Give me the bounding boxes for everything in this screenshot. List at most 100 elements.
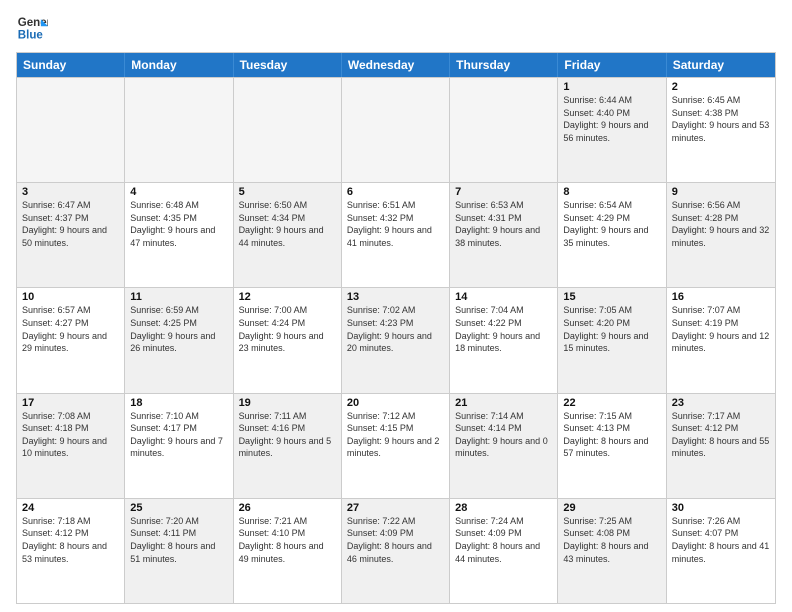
day-number: 2 (672, 81, 770, 93)
day-number: 9 (672, 186, 770, 198)
day-info: Sunrise: 7:20 AM Sunset: 4:11 PM Dayligh… (130, 515, 227, 565)
calendar-cell: 18Sunrise: 7:10 AM Sunset: 4:17 PM Dayli… (125, 394, 233, 498)
calendar: SundayMondayTuesdayWednesdayThursdayFrid… (16, 52, 776, 604)
day-info: Sunrise: 7:18 AM Sunset: 4:12 PM Dayligh… (22, 515, 119, 565)
calendar-cell: 30Sunrise: 7:26 AM Sunset: 4:07 PM Dayli… (667, 499, 775, 603)
weekday-header: Wednesday (342, 53, 450, 77)
day-number: 6 (347, 186, 444, 198)
day-info: Sunrise: 7:21 AM Sunset: 4:10 PM Dayligh… (239, 515, 336, 565)
day-info: Sunrise: 7:25 AM Sunset: 4:08 PM Dayligh… (563, 515, 660, 565)
weekday-header: Friday (558, 53, 666, 77)
day-info: Sunrise: 7:00 AM Sunset: 4:24 PM Dayligh… (239, 304, 336, 354)
day-info: Sunrise: 7:11 AM Sunset: 4:16 PM Dayligh… (239, 410, 336, 460)
day-info: Sunrise: 6:47 AM Sunset: 4:37 PM Dayligh… (22, 199, 119, 249)
calendar-cell: 22Sunrise: 7:15 AM Sunset: 4:13 PM Dayli… (558, 394, 666, 498)
calendar-cell: 19Sunrise: 7:11 AM Sunset: 4:16 PM Dayli… (234, 394, 342, 498)
calendar-cell: 20Sunrise: 7:12 AM Sunset: 4:15 PM Dayli… (342, 394, 450, 498)
calendar-cell: 29Sunrise: 7:25 AM Sunset: 4:08 PM Dayli… (558, 499, 666, 603)
day-number: 26 (239, 502, 336, 514)
day-number: 16 (672, 291, 770, 303)
calendar-cell: 25Sunrise: 7:20 AM Sunset: 4:11 PM Dayli… (125, 499, 233, 603)
day-number: 20 (347, 397, 444, 409)
calendar-cell: 7Sunrise: 6:53 AM Sunset: 4:31 PM Daylig… (450, 183, 558, 287)
day-number: 3 (22, 186, 119, 198)
day-info: Sunrise: 7:02 AM Sunset: 4:23 PM Dayligh… (347, 304, 444, 354)
day-info: Sunrise: 7:17 AM Sunset: 4:12 PM Dayligh… (672, 410, 770, 460)
day-info: Sunrise: 6:51 AM Sunset: 4:32 PM Dayligh… (347, 199, 444, 249)
calendar-cell: 13Sunrise: 7:02 AM Sunset: 4:23 PM Dayli… (342, 288, 450, 392)
weekday-header: Saturday (667, 53, 775, 77)
day-number: 28 (455, 502, 552, 514)
calendar-cell: 2Sunrise: 6:45 AM Sunset: 4:38 PM Daylig… (667, 78, 775, 182)
day-number: 5 (239, 186, 336, 198)
header: General Blue (16, 12, 776, 44)
calendar-cell: 17Sunrise: 7:08 AM Sunset: 4:18 PM Dayli… (17, 394, 125, 498)
day-info: Sunrise: 6:45 AM Sunset: 4:38 PM Dayligh… (672, 94, 770, 144)
day-number: 1 (563, 81, 660, 93)
calendar-row: 1Sunrise: 6:44 AM Sunset: 4:40 PM Daylig… (17, 77, 775, 182)
calendar-cell: 10Sunrise: 6:57 AM Sunset: 4:27 PM Dayli… (17, 288, 125, 392)
calendar-cell: 12Sunrise: 7:00 AM Sunset: 4:24 PM Dayli… (234, 288, 342, 392)
calendar-header: SundayMondayTuesdayWednesdayThursdayFrid… (17, 53, 775, 77)
day-info: Sunrise: 7:12 AM Sunset: 4:15 PM Dayligh… (347, 410, 444, 460)
calendar-cell (450, 78, 558, 182)
calendar-cell: 4Sunrise: 6:48 AM Sunset: 4:35 PM Daylig… (125, 183, 233, 287)
day-info: Sunrise: 6:53 AM Sunset: 4:31 PM Dayligh… (455, 199, 552, 249)
day-number: 15 (563, 291, 660, 303)
logo: General Blue (16, 12, 48, 44)
calendar-cell: 27Sunrise: 7:22 AM Sunset: 4:09 PM Dayli… (342, 499, 450, 603)
calendar-cell: 3Sunrise: 6:47 AM Sunset: 4:37 PM Daylig… (17, 183, 125, 287)
day-number: 11 (130, 291, 227, 303)
calendar-row: 24Sunrise: 7:18 AM Sunset: 4:12 PM Dayli… (17, 498, 775, 603)
weekday-header: Sunday (17, 53, 125, 77)
day-number: 14 (455, 291, 552, 303)
calendar-cell: 28Sunrise: 7:24 AM Sunset: 4:09 PM Dayli… (450, 499, 558, 603)
calendar-cell: 16Sunrise: 7:07 AM Sunset: 4:19 PM Dayli… (667, 288, 775, 392)
calendar-row: 17Sunrise: 7:08 AM Sunset: 4:18 PM Dayli… (17, 393, 775, 498)
calendar-cell: 9Sunrise: 6:56 AM Sunset: 4:28 PM Daylig… (667, 183, 775, 287)
day-info: Sunrise: 6:44 AM Sunset: 4:40 PM Dayligh… (563, 94, 660, 144)
day-info: Sunrise: 7:24 AM Sunset: 4:09 PM Dayligh… (455, 515, 552, 565)
calendar-cell: 26Sunrise: 7:21 AM Sunset: 4:10 PM Dayli… (234, 499, 342, 603)
calendar-cell (234, 78, 342, 182)
day-info: Sunrise: 7:04 AM Sunset: 4:22 PM Dayligh… (455, 304, 552, 354)
day-number: 24 (22, 502, 119, 514)
day-number: 10 (22, 291, 119, 303)
day-info: Sunrise: 6:50 AM Sunset: 4:34 PM Dayligh… (239, 199, 336, 249)
calendar-body: 1Sunrise: 6:44 AM Sunset: 4:40 PM Daylig… (17, 77, 775, 603)
day-number: 17 (22, 397, 119, 409)
calendar-cell: 14Sunrise: 7:04 AM Sunset: 4:22 PM Dayli… (450, 288, 558, 392)
day-info: Sunrise: 6:57 AM Sunset: 4:27 PM Dayligh… (22, 304, 119, 354)
weekday-header: Tuesday (234, 53, 342, 77)
day-number: 8 (563, 186, 660, 198)
logo-icon: General Blue (16, 12, 48, 44)
day-info: Sunrise: 6:59 AM Sunset: 4:25 PM Dayligh… (130, 304, 227, 354)
calendar-cell: 6Sunrise: 6:51 AM Sunset: 4:32 PM Daylig… (342, 183, 450, 287)
calendar-cell: 1Sunrise: 6:44 AM Sunset: 4:40 PM Daylig… (558, 78, 666, 182)
calendar-cell: 23Sunrise: 7:17 AM Sunset: 4:12 PM Dayli… (667, 394, 775, 498)
day-number: 13 (347, 291, 444, 303)
day-number: 29 (563, 502, 660, 514)
calendar-cell (342, 78, 450, 182)
day-info: Sunrise: 6:54 AM Sunset: 4:29 PM Dayligh… (563, 199, 660, 249)
day-number: 7 (455, 186, 552, 198)
calendar-cell: 15Sunrise: 7:05 AM Sunset: 4:20 PM Dayli… (558, 288, 666, 392)
day-number: 27 (347, 502, 444, 514)
day-number: 21 (455, 397, 552, 409)
day-info: Sunrise: 6:56 AM Sunset: 4:28 PM Dayligh… (672, 199, 770, 249)
day-info: Sunrise: 7:10 AM Sunset: 4:17 PM Dayligh… (130, 410, 227, 460)
calendar-cell: 8Sunrise: 6:54 AM Sunset: 4:29 PM Daylig… (558, 183, 666, 287)
day-info: Sunrise: 7:14 AM Sunset: 4:14 PM Dayligh… (455, 410, 552, 460)
calendar-row: 3Sunrise: 6:47 AM Sunset: 4:37 PM Daylig… (17, 182, 775, 287)
weekday-header: Monday (125, 53, 233, 77)
day-number: 23 (672, 397, 770, 409)
calendar-cell: 5Sunrise: 6:50 AM Sunset: 4:34 PM Daylig… (234, 183, 342, 287)
weekday-header: Thursday (450, 53, 558, 77)
day-info: Sunrise: 7:22 AM Sunset: 4:09 PM Dayligh… (347, 515, 444, 565)
day-number: 12 (239, 291, 336, 303)
day-number: 30 (672, 502, 770, 514)
day-number: 4 (130, 186, 227, 198)
calendar-cell: 21Sunrise: 7:14 AM Sunset: 4:14 PM Dayli… (450, 394, 558, 498)
calendar-row: 10Sunrise: 6:57 AM Sunset: 4:27 PM Dayli… (17, 287, 775, 392)
day-number: 22 (563, 397, 660, 409)
